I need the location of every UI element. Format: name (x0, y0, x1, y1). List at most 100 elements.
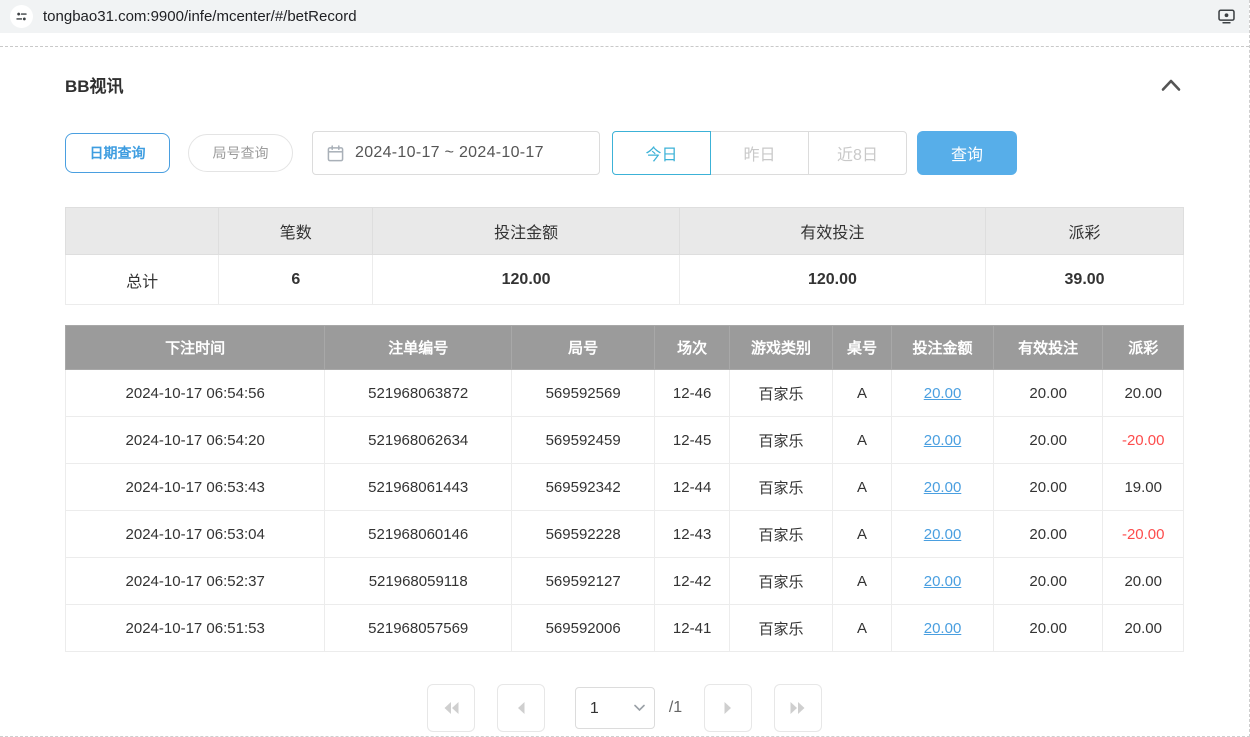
cell-bet-amount: 20.00 (892, 558, 994, 605)
cell-time: 2024-10-17 06:54:56 (66, 370, 325, 417)
cell-bet-amount: 20.00 (892, 605, 994, 652)
right-arrow-icon (721, 700, 735, 716)
cell-order-no: 521968057569 (325, 605, 512, 652)
double-right-arrow-icon (788, 700, 808, 716)
total-pages-label: /1 (669, 699, 682, 717)
column-header-valid-bet: 有效投注 (993, 326, 1103, 370)
cell-table-no: A (832, 464, 891, 511)
summary-bet-amount: 120.00 (373, 255, 679, 305)
cell-time: 2024-10-17 06:53:04 (66, 511, 325, 558)
cell-time: 2024-10-17 06:54:20 (66, 417, 325, 464)
summary-table: 笔数 投注金额 有效投注 派彩 总计 6 120.00 120.00 39.00 (65, 207, 1184, 305)
column-header-bet-amount: 投注金额 (892, 326, 994, 370)
bet-amount-link[interactable]: 20.00 (924, 479, 962, 496)
date-query-tab[interactable]: 日期查询 (65, 133, 170, 173)
cell-session: 12-46 (655, 370, 730, 417)
cell-round-no: 569592127 (512, 558, 655, 605)
summary-header-valid-bet: 有效投注 (679, 208, 985, 255)
cell-payout: 20.00 (1103, 605, 1184, 652)
cell-session: 12-41 (655, 605, 730, 652)
filter-bar: 日期查询 局号查询 2024-10-17 ~ 2024-10-17 今日 昨日 … (65, 131, 1184, 175)
cell-time: 2024-10-17 06:53:43 (66, 464, 325, 511)
cell-game-type: 百家乐 (730, 417, 833, 464)
summary-count: 6 (219, 255, 373, 305)
search-button[interactable]: 查询 (917, 131, 1017, 175)
double-left-arrow-icon (441, 700, 461, 716)
cell-table-no: A (832, 605, 891, 652)
summary-header-bet-amount: 投注金额 (373, 208, 679, 255)
cell-table-no: A (832, 370, 891, 417)
cell-order-no: 521968061443 (325, 464, 512, 511)
browser-toolbar: tongbao31.com:9900/infe/mcenter/#/betRec… (0, 0, 1249, 33)
column-header-order-no: 注单编号 (325, 326, 512, 370)
url-text[interactable]: tongbao31.com:9900/infe/mcenter/#/betRec… (43, 8, 1208, 25)
cell-valid-bet: 20.00 (993, 417, 1103, 464)
left-arrow-icon (514, 700, 528, 716)
column-header-time: 下注时间 (66, 326, 325, 370)
column-header-game-type: 游戏类别 (730, 326, 833, 370)
cell-game-type: 百家乐 (730, 558, 833, 605)
column-header-session: 场次 (655, 326, 730, 370)
bet-amount-link[interactable]: 20.00 (924, 385, 962, 402)
site-info-icon[interactable] (10, 5, 33, 28)
table-row: 2024-10-17 06:53:43521968061443569592342… (66, 464, 1184, 511)
bet-amount-link[interactable]: 20.00 (924, 620, 962, 637)
cell-time: 2024-10-17 06:52:37 (66, 558, 325, 605)
cell-order-no: 521968063872 (325, 370, 512, 417)
summary-valid-bet: 120.00 (679, 255, 985, 305)
cell-session: 12-43 (655, 511, 730, 558)
quick-range-today[interactable]: 今日 (612, 131, 711, 175)
bet-amount-link[interactable]: 20.00 (924, 432, 962, 449)
cell-session: 12-45 (655, 417, 730, 464)
cell-round-no: 569592228 (512, 511, 655, 558)
prev-page-button[interactable] (497, 684, 545, 732)
cell-game-type: 百家乐 (730, 370, 833, 417)
cell-bet-amount: 20.00 (892, 370, 994, 417)
date-range-picker[interactable]: 2024-10-17 ~ 2024-10-17 (312, 131, 600, 175)
bet-record-table: 下注时间 注单编号 局号 场次 游戏类别 桌号 投注金额 有效投注 派彩 202… (65, 325, 1184, 652)
first-page-button[interactable] (427, 684, 475, 732)
page-title: BB视讯 (65, 72, 124, 97)
chevron-up-icon (1160, 78, 1182, 92)
cell-valid-bet: 20.00 (993, 370, 1103, 417)
cell-session: 12-44 (655, 464, 730, 511)
table-row: 2024-10-17 06:53:04521968060146569592228… (66, 511, 1184, 558)
round-query-tab[interactable]: 局号查询 (188, 134, 293, 172)
bet-amount-link[interactable]: 20.00 (924, 573, 962, 590)
cell-bet-amount: 20.00 (892, 511, 994, 558)
quick-range-yesterday[interactable]: 昨日 (710, 131, 809, 175)
summary-payout: 39.00 (986, 255, 1184, 305)
cell-round-no: 569592006 (512, 605, 655, 652)
cell-order-no: 521968062634 (325, 417, 512, 464)
next-page-button[interactable] (704, 684, 752, 732)
cell-valid-bet: 20.00 (993, 464, 1103, 511)
top-divider (0, 46, 1249, 47)
quick-range-last8days[interactable]: 近8日 (808, 131, 907, 175)
table-row: 2024-10-17 06:51:53521968057569569592006… (66, 605, 1184, 652)
bet-amount-link[interactable]: 20.00 (924, 526, 962, 543)
last-page-button[interactable] (774, 684, 822, 732)
column-header-round-no: 局号 (512, 326, 655, 370)
date-range-value: 2024-10-17 ~ 2024-10-17 (355, 144, 544, 162)
cell-round-no: 569592569 (512, 370, 655, 417)
cell-order-no: 521968059118 (325, 558, 512, 605)
summary-header-payout: 派彩 (986, 208, 1184, 255)
column-header-table-no: 桌号 (832, 326, 891, 370)
page-select[interactable]: 1 (575, 687, 655, 729)
cell-session: 12-42 (655, 558, 730, 605)
pagination: 1 /1 (65, 684, 1184, 732)
cell-valid-bet: 20.00 (993, 558, 1103, 605)
cell-game-type: 百家乐 (730, 605, 833, 652)
collapse-panel-button[interactable] (1158, 76, 1184, 94)
cell-payout: 19.00 (1103, 464, 1184, 511)
cell-bet-amount: 20.00 (892, 464, 994, 511)
summary-header-count: 笔数 (219, 208, 373, 255)
cell-payout: 20.00 (1103, 558, 1184, 605)
summary-header-blank (66, 208, 219, 255)
summary-total-label: 总计 (66, 255, 219, 305)
cell-time: 2024-10-17 06:51:53 (66, 605, 325, 652)
cell-valid-bet: 20.00 (993, 605, 1103, 652)
cell-payout: -20.00 (1103, 511, 1184, 558)
screencast-icon[interactable] (1218, 9, 1235, 24)
table-row: 2024-10-17 06:54:20521968062634569592459… (66, 417, 1184, 464)
